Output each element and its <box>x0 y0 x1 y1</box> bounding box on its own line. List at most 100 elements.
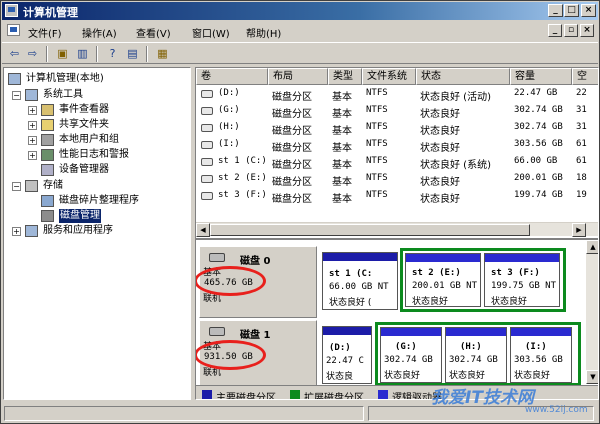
column-header-volume[interactable]: 卷 <box>196 68 268 85</box>
menu-file[interactable]: 文件(F) <box>28 25 62 40</box>
cell-layout: 磁盘分区 <box>272 177 312 188</box>
disk-management-icon <box>41 210 54 222</box>
partition-h[interactable]: (H:) 302.74 GB 状态良好 <box>445 327 507 383</box>
scroll-up-button[interactable]: ▲ <box>586 240 598 254</box>
scroll-down-button[interactable]: ▼ <box>586 370 598 384</box>
storage-icon <box>25 180 38 192</box>
cell-type: 基本 <box>332 92 352 103</box>
scroll-left-button[interactable]: ◀ <box>196 223 210 237</box>
column-header-status[interactable]: 状态 <box>416 68 510 85</box>
cell-layout: 磁盘分区 <box>272 92 312 103</box>
device-manager-icon <box>41 164 54 176</box>
highlight-circle-disk-0 <box>196 266 266 296</box>
cell-name: (D:) <box>218 88 240 98</box>
child-restore-button[interactable]: ▫ <box>564 24 578 37</box>
computer-icon <box>8 73 21 85</box>
back-arrow-icon[interactable]: ⇦ <box>6 46 23 62</box>
shared-folder-icon <box>41 119 54 131</box>
window-title: 计算机管理 <box>23 6 78 19</box>
close-button[interactable]: × <box>581 4 596 17</box>
volume-icon <box>201 107 213 115</box>
partition-d[interactable]: (D:) 22.47 C 状态良 <box>322 326 372 384</box>
cell-fs: NTFS <box>366 105 388 115</box>
child-minimize-button[interactable]: _ <box>548 24 562 37</box>
scrollbar-thumb[interactable] <box>210 224 530 236</box>
collapse-icon[interactable]: − <box>12 91 21 100</box>
cell-free: 19 <box>576 190 587 200</box>
table-row[interactable]: st 3 (F:) 磁盘分区 基本 NTFS 状态良好 199.74 GB 19 <box>196 188 587 205</box>
cell-capacity: 302.74 GB <box>514 105 563 115</box>
cell-status: 状态良好 <box>420 109 460 120</box>
child-close-button[interactable]: × <box>580 24 594 37</box>
collapse-icon[interactable]: − <box>12 182 21 191</box>
disk-graphical-view: 磁盘 0 基本 465.76 GB 联机 st 1 (C: 66.00 GB N… <box>196 238 598 386</box>
partition-legend: 主要磁盘分区 扩展磁盘分区 逻辑驱动器 <box>196 385 598 399</box>
cell-status: 状态良好 <box>420 143 460 154</box>
cell-name: st 1 (C:) <box>218 156 267 166</box>
column-header-type[interactable]: 类型 <box>328 68 362 85</box>
document-window-icon[interactable] <box>7 24 20 36</box>
table-row[interactable]: (I:) 磁盘分区 基本 NTFS 状态良好 303.56 GB 61 <box>196 137 587 154</box>
volume-icon <box>201 141 213 149</box>
column-header-layout[interactable]: 布局 <box>268 68 328 85</box>
cell-fs: NTFS <box>366 173 388 183</box>
watermark-logo: 我爱IT技术网 <box>431 388 534 408</box>
table-row[interactable]: (H:) 磁盘分区 基本 NTFS 状态良好 302.74 GB 31 <box>196 120 587 137</box>
menu-window[interactable]: 窗口(W) <box>192 25 230 40</box>
table-row[interactable]: st 1 (C:) 磁盘分区 基本 NTFS 状态良好 (系统) 66.00 GB 61 <box>196 154 587 171</box>
table-row[interactable]: (G:) 磁盘分区 基本 NTFS 状态良好 302.74 GB 31 <box>196 103 587 120</box>
computer-management-icon <box>5 4 18 17</box>
table-row[interactable]: st 2 (E:) 磁盘分区 基本 NTFS 状态良好 200.01 GB 18 <box>196 171 587 188</box>
highlight-circle-disk-1 <box>196 340 266 370</box>
cell-status: 状态良好 (活动) <box>420 92 491 103</box>
primary-partition-stripe <box>323 327 371 335</box>
logical-drive-stripe <box>406 254 480 262</box>
menu-action[interactable]: 操作(A) <box>82 25 117 40</box>
cell-type: 基本 <box>332 143 352 154</box>
menu-help[interactable]: 帮助(H) <box>246 25 281 40</box>
table-row[interactable]: (D:) 磁盘分区 基本 NTFS 状态良好 (活动) 22.47 GB 22 <box>196 86 587 103</box>
export-list-icon[interactable]: ▦ <box>154 46 171 62</box>
cell-free: 22 <box>576 88 587 98</box>
column-header-capacity[interactable]: 容量 <box>510 68 572 85</box>
volume-icon <box>201 158 213 166</box>
help-icon[interactable]: ? <box>104 46 121 62</box>
up-folder-icon[interactable]: ▣ <box>54 46 71 62</box>
cell-type: 基本 <box>332 177 352 188</box>
extended-partition-disk-0[interactable]: st 2 (E:) 200.01 GB NT 状态良好 st 3 (F:) 19… <box>400 248 566 312</box>
legend-swatch-logical <box>378 390 388 399</box>
toolbar-separator <box>146 46 148 62</box>
cell-type: 基本 <box>332 126 352 137</box>
cell-capacity: 200.01 GB <box>514 173 563 183</box>
partition-c[interactable]: st 1 (C: 66.00 GB NT 状态良好 ( <box>322 252 398 310</box>
logical-drive-stripe <box>485 254 559 262</box>
cell-name: (G:) <box>218 105 240 115</box>
forward-arrow-icon[interactable]: ⇨ <box>24 46 41 62</box>
details-pane: 卷 布局 类型 文件系统 状态 容量 空 (D:) 磁盘分区 基本 NTFS 状态良好 … <box>195 67 599 400</box>
expand-icon[interactable]: + <box>28 106 37 115</box>
cell-capacity: 22.47 GB <box>514 88 558 98</box>
expand-icon[interactable]: + <box>28 136 37 145</box>
cell-free: 61 <box>576 156 587 166</box>
cell-capacity: 66.00 GB <box>514 156 558 166</box>
expand-icon[interactable]: + <box>12 227 21 236</box>
partition-i[interactable]: (I:) 303.56 GB 状态良好 <box>510 327 572 383</box>
scroll-right-button[interactable]: ▶ <box>572 223 586 237</box>
partition-g[interactable]: (G:) 302.74 GB 状态良好 <box>380 327 442 383</box>
column-header-filesystem[interactable]: 文件系统 <box>362 68 416 85</box>
column-header-free[interactable]: 空 <box>572 68 598 85</box>
vertical-scrollbar[interactable]: ▲ ▼ <box>586 240 598 384</box>
menu-view[interactable]: 查看(V) <box>136 25 171 40</box>
horizontal-scrollbar[interactable]: ◀ ▶ <box>196 222 598 237</box>
expand-icon[interactable]: + <box>28 121 37 130</box>
properties-icon[interactable]: ▤ <box>124 46 141 62</box>
extended-partition-disk-1[interactable]: (G:) 302.74 GB 状态良好 (H:) 302.74 GB 状态良好 … <box>375 322 581 386</box>
title-bar[interactable]: 计算机管理 _ □ × <box>2 2 598 20</box>
partition-e[interactable]: st 2 (E:) 200.01 GB NT 状态良好 <box>405 253 481 307</box>
show-hide-tree-icon[interactable]: ▥ <box>74 46 91 62</box>
maximize-button[interactable]: □ <box>564 4 579 17</box>
expand-icon[interactable]: + <box>28 151 37 160</box>
toolbar: ⇦ ⇨ ▣ ▥ ? ▤ ▦ <box>2 42 598 64</box>
minimize-button[interactable]: _ <box>548 4 563 17</box>
partition-f[interactable]: st 3 (F:) 199.75 GB NT 状态良好 <box>484 253 560 307</box>
